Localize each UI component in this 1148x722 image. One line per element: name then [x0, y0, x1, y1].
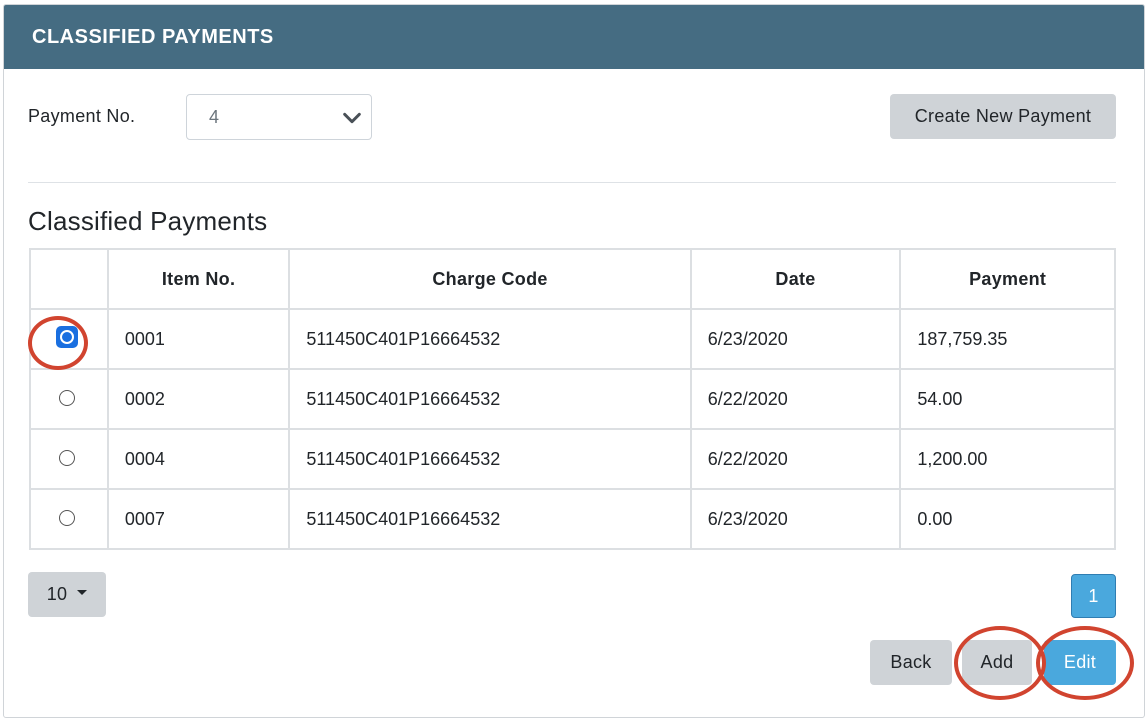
create-new-payment-button[interactable]: Create New Payment: [890, 94, 1116, 139]
row-select-cell: [29, 308, 109, 370]
header-date: Date: [689, 248, 902, 310]
edit-button[interactable]: Edit: [1044, 640, 1116, 685]
charge-code-cell: 511450C401P16664532: [288, 368, 692, 430]
divider: [28, 182, 1116, 183]
table-header-row: Item No. Charge Code Date Payment: [29, 248, 1116, 310]
section-title: Classified Payments: [28, 206, 268, 236]
back-button[interactable]: Back: [870, 640, 952, 685]
charge-code-cell: 511450C401P16664532: [288, 428, 692, 490]
row-select-cell: [29, 428, 109, 490]
row-select-cell: [29, 488, 109, 550]
payments-table: Item No. Charge Code Date Payment 0001 5…: [29, 248, 1116, 550]
payment-cell: 1,200.00: [899, 428, 1116, 490]
table-row[interactable]: 0007 511450C401P16664532 6/23/2020 0.00: [29, 488, 1116, 550]
date-cell: 6/22/2020: [689, 368, 902, 430]
row-select-cell: [29, 368, 109, 430]
radio-button[interactable]: [58, 449, 75, 466]
page-size-dropdown[interactable]: 10: [28, 572, 106, 617]
radio-button-selected[interactable]: [55, 326, 78, 349]
item-no-cell: 0007: [106, 488, 291, 550]
table-row[interactable]: 0002 511450C401P16664532 6/22/2020 54.00: [29, 368, 1116, 430]
charge-code-cell: 511450C401P16664532: [288, 308, 692, 370]
panel-header: CLASSIFIED PAYMENTS: [4, 5, 1144, 69]
date-cell: 6/23/2020: [689, 308, 902, 370]
pagination-page-button[interactable]: 1: [1071, 574, 1116, 618]
radio-button[interactable]: [58, 389, 75, 406]
radio-button[interactable]: [58, 509, 75, 526]
charge-code-cell: 511450C401P16664532: [288, 488, 692, 550]
header-select: [29, 248, 109, 310]
caret-down-icon: [77, 590, 88, 595]
page-size-value: 10: [46, 584, 68, 604]
item-no-cell: 0004: [106, 428, 291, 490]
add-button[interactable]: Add: [962, 640, 1032, 685]
item-no-cell: 0002: [106, 368, 291, 430]
panel-title: CLASSIFIED PAYMENTS: [32, 25, 274, 48]
payment-no-label: Payment No.: [28, 106, 136, 126]
header-item-no: Item No.: [106, 248, 291, 310]
payment-cell: 54.00: [899, 368, 1116, 430]
table-row[interactable]: 0001 511450C401P16664532 6/23/2020 187,7…: [29, 308, 1116, 370]
payment-no-select[interactable]: 4: [186, 94, 372, 140]
item-no-cell: 0001: [106, 308, 291, 370]
header-payment: Payment: [899, 248, 1116, 310]
payment-cell: 0.00: [899, 488, 1116, 550]
payment-no-value: 4: [209, 106, 220, 127]
date-cell: 6/22/2020: [689, 428, 902, 490]
payment-cell: 187,759.35: [899, 308, 1116, 370]
table-row[interactable]: 0004 511450C401P16664532 6/22/2020 1,200…: [29, 428, 1116, 490]
date-cell: 6/23/2020: [689, 488, 902, 550]
chevron-down-icon: [343, 112, 361, 124]
header-charge-code: Charge Code: [288, 248, 692, 310]
